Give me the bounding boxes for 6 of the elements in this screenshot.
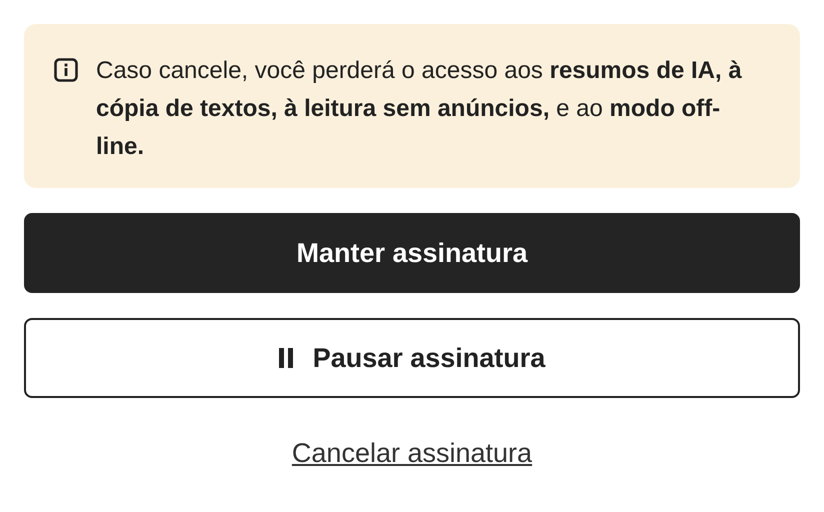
info-icon bbox=[54, 58, 78, 82]
keep-subscription-button[interactable]: Manter assinatura bbox=[24, 213, 800, 293]
notice-text: Caso cancele, você perderá o acesso aos resumos de IA, à cópia de textos, à leitura sem anúncios, e ao modo off-line. bbox=[96, 56, 743, 162]
pause-subscription-button[interactable]: Pausar assinatura bbox=[24, 318, 800, 398]
pause-icon bbox=[278, 348, 293, 368]
cancel-subscription-link[interactable]: Cancelar assinatura bbox=[292, 438, 532, 469]
